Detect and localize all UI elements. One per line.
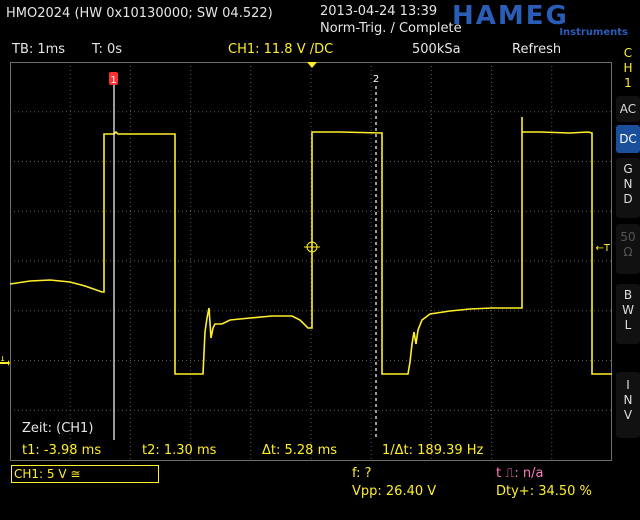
gnd-letter-n: N: [623, 177, 633, 191]
ohm-icon: Ω: [623, 245, 633, 259]
channel-number: 1: [624, 76, 632, 90]
impedance-50-label: 50: [620, 230, 636, 244]
channel-sidebar: C H 1 AC DC G N D 50 Ω B W L I N V: [616, 44, 640, 464]
coupling-ac-button[interactable]: AC: [616, 96, 640, 122]
timebase[interactable]: TB: 1ms: [12, 42, 65, 57]
channel-setting[interactable]: CH1: 11.8 V /DC: [228, 42, 333, 57]
inv-letter-i: I: [626, 378, 630, 392]
trigger-status: Norm-Trig. / Complete: [320, 21, 462, 36]
inv-letter-v: V: [623, 408, 633, 422]
pulse-width-readout: t ⎍: n/a: [496, 466, 544, 481]
measurement-title: Zeit: (CH1): [22, 421, 93, 436]
channel-letter-h: H: [623, 61, 633, 75]
channel-letter-c: C: [623, 46, 633, 60]
brand-logo-text: HAMEG: [452, 2, 569, 31]
sample-rate[interactable]: 500kSa: [412, 42, 461, 57]
ch1-ground-marker[interactable]: 1: [0, 354, 10, 369]
coupling-gnd-button[interactable]: G N D: [616, 158, 640, 218]
status-footer: CH1: 5 V ≅ f: ? t ⎍: n/a Vpp: 26.40 V Dt…: [0, 462, 640, 520]
duty-cycle-readout: Dty+: 34.50 %: [496, 484, 592, 499]
measurement-t1: t1: -3.98 ms: [22, 443, 101, 458]
device-info: HMO2024 (HW 0x10130000; SW 04.522): [6, 6, 273, 21]
hameg-logo: HAMEG Instruments: [450, 1, 632, 38]
trigger-time[interactable]: T: 0s: [92, 42, 122, 57]
bwl-letter-l: L: [624, 318, 632, 332]
bandwidth-limit-button[interactable]: B W L: [616, 284, 640, 344]
inv-letter-n: N: [623, 393, 633, 407]
channel-scale-box[interactable]: CH1: 5 V ≅: [11, 465, 159, 483]
title-bar: HMO2024 (HW 0x10130000; SW 04.522) 2013-…: [0, 0, 640, 40]
frequency-readout: f: ?: [352, 466, 372, 481]
acquisition-mode[interactable]: Refresh: [512, 42, 561, 57]
cursor-2-label: 2: [373, 74, 379, 85]
gnd-letter-g: G: [623, 162, 633, 176]
invert-button[interactable]: I N V: [616, 372, 640, 438]
waveform-display[interactable]: 1 2 ←T Zeit: (CH1) t1: -3.98 ms t2: 1.30…: [9, 62, 612, 462]
gnd-letter-d: D: [623, 192, 633, 206]
measurement-frequency: 1/Δt: 189.39 Hz: [382, 443, 484, 458]
vpp-readout: Vpp: 26.40 V: [352, 484, 437, 499]
bwl-letter-b: B: [623, 288, 633, 302]
bwl-letter-w: W: [622, 303, 634, 317]
measurement-t2: t2: 1.30 ms: [142, 443, 217, 458]
brand-logo-subtext: Instruments: [559, 27, 628, 36]
ch1-ground-label: 1: [0, 356, 5, 363]
coupling-dc-button[interactable]: DC: [616, 125, 640, 153]
trigger-level-marker: ←T: [596, 243, 611, 254]
cursor-1-label: 1: [110, 75, 116, 86]
measurement-delta-t: Δt: 5.28 ms: [262, 443, 337, 458]
info-bar: TB: 1ms T: 0s CH1: 11.8 V /DC 500kSa Ref…: [0, 40, 612, 62]
channel-indicator: C H 1: [616, 46, 640, 92]
impedance-50-ohm-button[interactable]: 50 Ω: [616, 224, 640, 274]
datetime: 2013-04-24 13:39: [320, 4, 438, 19]
